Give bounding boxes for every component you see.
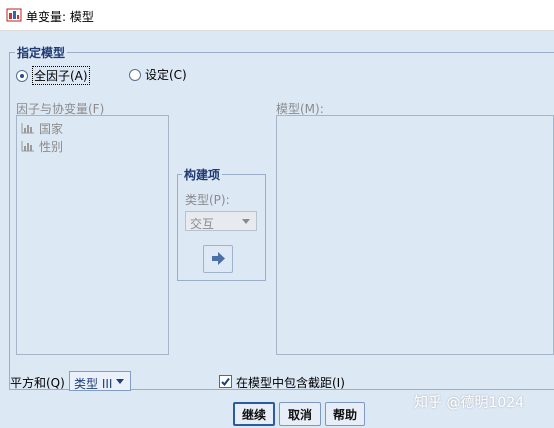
include-intercept-checkbox[interactable] (219, 375, 232, 388)
term-type-dropdown[interactable]: 交互 (185, 211, 257, 231)
full-factorial-label: 全因子(A) (32, 66, 90, 85)
checkmark-icon (221, 377, 230, 387)
list-item[interactable]: 性别 (17, 137, 168, 155)
right-arrow-icon (212, 252, 225, 265)
chevron-down-icon (242, 219, 250, 224)
cancel-button[interactable]: 取消 (279, 402, 321, 426)
custom-radio[interactable]: 设定(C) (129, 66, 187, 83)
build-terms-legend: 构建项 (182, 166, 223, 183)
help-button[interactable]: 帮助 (325, 402, 365, 426)
type-label: 类型(P): (185, 193, 230, 207)
watermark: 知乎 @德明1024 (414, 395, 525, 411)
factors-listbox[interactable]: 国家 性别 (16, 115, 169, 355)
factor-name: 国家 (39, 121, 64, 136)
specify-model-legend: 指定模型 (15, 44, 68, 61)
term-type-value: 交互 (190, 217, 215, 231)
list-item[interactable]: 国家 (17, 119, 168, 137)
sum-of-squares-value: 类型 III (74, 377, 113, 391)
scale-variable-icon (21, 123, 34, 134)
include-intercept-label: 在模型中包含截距(I) (236, 376, 345, 390)
factor-name: 性别 (39, 139, 64, 154)
full-factorial-radio[interactable]: 全因子(A) (16, 66, 90, 85)
chevron-down-icon (116, 379, 124, 384)
continue-button[interactable]: 继续 (233, 402, 275, 426)
move-term-button[interactable] (203, 245, 233, 273)
app-icon (6, 8, 22, 22)
radio-unchecked-icon (129, 68, 141, 81)
window-title: 单变量: 模型 (26, 10, 94, 24)
radio-checked-icon (16, 69, 28, 82)
model-listbox[interactable] (276, 115, 554, 355)
scale-variable-icon (21, 141, 34, 152)
title-bar: 单变量: 模型 (0, 0, 554, 31)
sum-of-squares-dropdown[interactable]: 类型 III (69, 371, 131, 391)
sum-of-squares-label: 平方和(Q) (10, 376, 65, 390)
custom-label: 设定(C) (145, 68, 187, 82)
